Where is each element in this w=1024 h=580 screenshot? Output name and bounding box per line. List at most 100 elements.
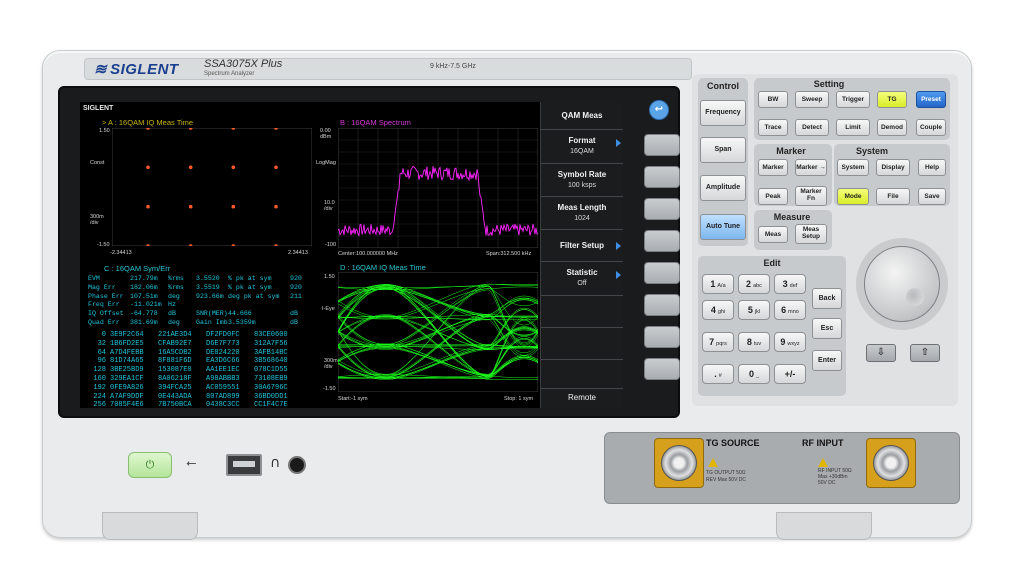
usb-port[interactable] xyxy=(226,454,262,476)
home-button[interactable]: ↩ xyxy=(649,100,669,120)
symbol-cell: 807AD899 xyxy=(206,392,240,401)
side-softkey-6[interactable] xyxy=(644,294,680,316)
mode-button[interactable]: Mode xyxy=(837,188,869,205)
display-button[interactable]: Display xyxy=(876,159,910,176)
softkey-empty-8[interactable] xyxy=(541,360,623,388)
symbol-cell: D6E7F773 xyxy=(206,339,240,348)
marker-fn-button[interactable]: Marker Fn xyxy=(795,186,827,206)
numpad-key[interactable]: 2 abc xyxy=(738,274,770,294)
constellation-point xyxy=(274,165,278,170)
metric-cell: 182.06m xyxy=(130,283,158,291)
span-button[interactable]: Span xyxy=(700,137,746,163)
numpad-key[interactable]: 8 tuv xyxy=(738,332,770,352)
symbol-cell: 256 xyxy=(93,401,106,408)
rf-input-connector[interactable] xyxy=(866,438,916,488)
numpad-key[interactable]: 5 jkl xyxy=(738,300,770,320)
system-button[interactable]: System xyxy=(837,159,869,176)
help-button[interactable]: Help xyxy=(918,159,946,176)
metric-cell: Quad Err xyxy=(88,319,120,326)
side-softkey-2[interactable] xyxy=(644,166,680,188)
auto-tune-button[interactable]: Auto Tune xyxy=(700,214,746,240)
audio-jack[interactable] xyxy=(288,456,306,474)
meas-setup-button[interactable]: Meas Setup xyxy=(795,224,827,244)
softkey-filter-setup[interactable]: Filter Setup xyxy=(541,230,623,262)
bw-button[interactable]: BW xyxy=(758,91,788,108)
trace-button[interactable]: Trace xyxy=(758,119,788,136)
frequency-range: 9 kHz-7.5 GHz xyxy=(430,63,476,70)
softkey-symbol-rate[interactable]: Symbol Rate 100 ksps xyxy=(541,164,623,197)
numpad-key-letters: pqrs xyxy=(716,341,727,347)
warning-icon xyxy=(818,458,828,467)
softkey-empty-7[interactable] xyxy=(541,328,623,360)
meas-button[interactable]: Meas xyxy=(758,226,788,243)
detect-button[interactable]: Detect xyxy=(795,119,829,136)
metric-cell: %rms xyxy=(168,275,184,282)
side-softkey-8[interactable] xyxy=(644,358,680,380)
tg-button[interactable]: TG xyxy=(877,91,907,108)
softkey-format[interactable]: Format 16QAM xyxy=(541,130,623,164)
numpad-key-digit: +/- xyxy=(784,369,796,379)
preset-button[interactable]: Preset xyxy=(916,91,946,108)
symbol-cell: 078C1D55 xyxy=(254,366,288,375)
numpad-key[interactable]: 7 pqrs xyxy=(702,332,734,352)
softkey-meas-length[interactable]: Meas Length 1024 xyxy=(541,197,623,230)
numpad-key[interactable]: 1 A/a xyxy=(702,274,734,294)
numpad-key-letters: def xyxy=(789,283,798,289)
marker-button[interactable]: Marker xyxy=(758,159,788,176)
metric-cell: 381.69m xyxy=(130,319,158,326)
esc-button[interactable]: Esc xyxy=(812,318,842,339)
system-label: System xyxy=(855,146,889,156)
constellation-point xyxy=(188,204,193,209)
couple-button[interactable]: Couple xyxy=(916,119,946,136)
panel-a-y-div: 300m /div xyxy=(90,214,104,226)
symbol-cell: AC059551 xyxy=(206,383,240,392)
constellation-point xyxy=(231,165,236,170)
sweep-button[interactable]: Sweep xyxy=(795,91,829,108)
numpad-key[interactable]: 3 def xyxy=(774,274,806,294)
metric-cell: dB xyxy=(168,310,176,318)
rotary-knob[interactable] xyxy=(864,246,940,322)
side-softkey-3[interactable] xyxy=(644,198,680,220)
save-button[interactable]: Save xyxy=(918,188,946,205)
remote-status: Remote xyxy=(541,388,623,408)
constellation-point xyxy=(146,165,150,170)
panel-b-y-bot: -100 xyxy=(325,242,337,248)
marker-to-button[interactable]: Marker → xyxy=(795,159,827,176)
brand-logo: ≋ SIGLENT xyxy=(94,61,179,78)
numpad-key[interactable]: 9 wxyz xyxy=(774,332,806,352)
symbol-cell: DE824220 xyxy=(206,348,240,357)
numpad-key[interactable]: 6 mno xyxy=(774,300,806,320)
frequency-button[interactable]: Frequency xyxy=(700,100,746,126)
demod-button[interactable]: Demod xyxy=(877,119,907,136)
numpad-key[interactable]: . # xyxy=(702,364,734,384)
metric-cell: 3.5520 xyxy=(196,275,220,282)
symbol-cell: 192 xyxy=(93,383,106,392)
tg-source-connector[interactable] xyxy=(654,438,704,488)
numpad-key-digit: 0 xyxy=(748,369,754,379)
side-softkey-4[interactable] xyxy=(644,230,680,252)
back-button[interactable]: Back xyxy=(812,288,842,309)
softkey-empty-6[interactable] xyxy=(541,296,623,328)
power-button[interactable]: ⏻ xyxy=(128,452,172,478)
headphone-icon: ∩ xyxy=(270,455,281,471)
peak-button[interactable]: Peak xyxy=(758,188,788,205)
numpad-key[interactable]: +/- xyxy=(774,364,806,384)
up-arrow-button[interactable]: ⇧ xyxy=(910,344,940,362)
softkey-statistic[interactable]: Statistic Off xyxy=(541,262,623,296)
symbol-cell: 83CE0600 xyxy=(254,331,288,339)
numpad-key[interactable]: 0 _ xyxy=(738,364,770,384)
file-button[interactable]: File xyxy=(876,188,910,205)
numpad-key[interactable]: 4 ghi xyxy=(702,300,734,320)
usb-icon: ⭠ xyxy=(186,456,197,471)
panel-b-x-right: Span:312.500 kHz xyxy=(486,251,532,257)
limit-button[interactable]: Limit xyxy=(836,119,870,136)
side-softkey-7[interactable] xyxy=(644,326,680,348)
metric-cell: 923.66m xyxy=(196,292,224,300)
amplitude-button[interactable]: Amplitude xyxy=(700,175,746,201)
side-softkey-5[interactable] xyxy=(644,262,680,284)
enter-button[interactable]: Enter xyxy=(812,350,842,371)
trigger-button[interactable]: Trigger xyxy=(836,91,870,108)
numpad-key-digit: 5 xyxy=(747,305,753,315)
side-softkey-1[interactable] xyxy=(644,134,680,156)
down-arrow-button[interactable]: ⇩ xyxy=(866,344,896,362)
